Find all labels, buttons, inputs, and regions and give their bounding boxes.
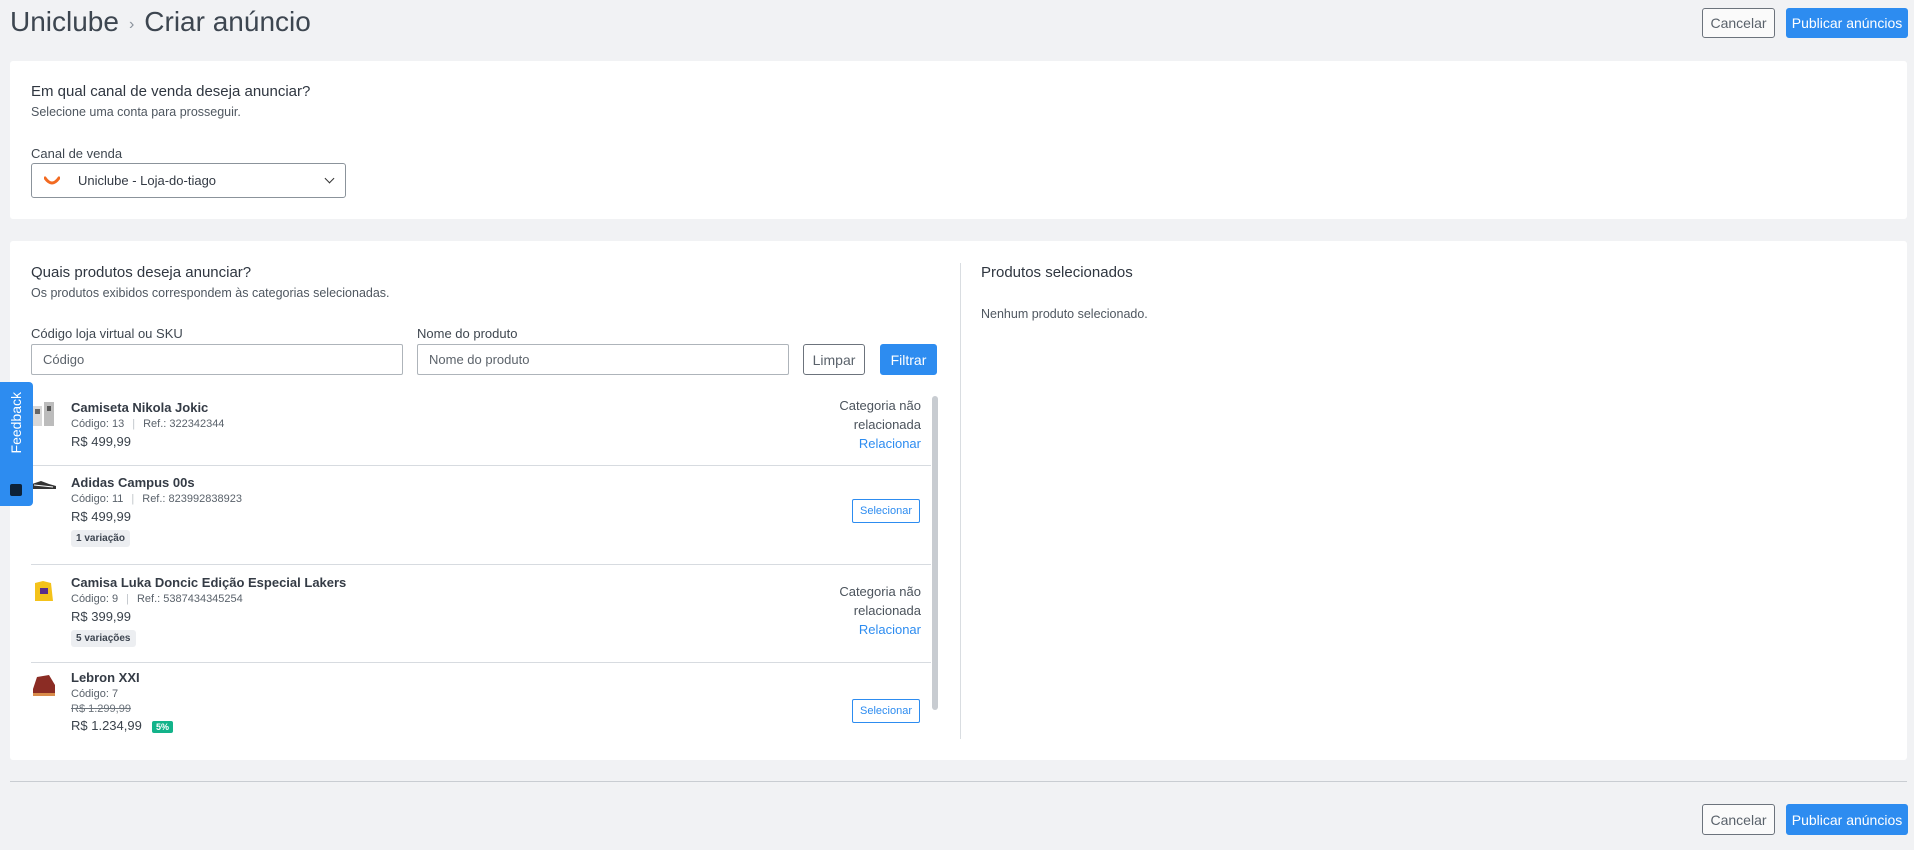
product-name: Camisa Luka Doncic Edição Especial Laker… (71, 575, 347, 590)
category-status: Categoria não relacionada Relacionar (839, 398, 921, 453)
product-old-price: R$ 1.299,99 (71, 703, 131, 715)
discount-badge: 5% (152, 721, 174, 733)
channel-select[interactable]: Uniclube - Loja-do-tiago (31, 163, 346, 198)
footer-divider (10, 781, 1907, 782)
product-row: Camisa Luka Doncic Edição Especial Laker… (31, 565, 931, 663)
product-price: R$ 499,99 (71, 509, 131, 524)
section-divider (960, 263, 961, 739)
name-field-label: Nome do produto (417, 326, 518, 341)
product-thumbnail (33, 675, 55, 696)
chevron-down-icon (324, 173, 335, 184)
product-row: Adidas Campus 00s Código: 11 | Ref.: 82399… (31, 466, 931, 565)
select-button[interactable]: Selecionar (852, 499, 920, 523)
breadcrumb-separator: › (128, 16, 135, 33)
channel-field-label: Canal de venda (31, 146, 123, 161)
products-subtitle: Os produtos exibidos correspondem às cat… (31, 286, 390, 300)
channel-select-value: Uniclube - Loja-do-tiago (78, 173, 217, 188)
page-title: Criar anúncio (144, 6, 311, 37)
product-row: Camiseta Nikola Jokic Código: 13 | Ref.: 3… (31, 396, 931, 466)
variation-badge: 5 variações (71, 630, 136, 647)
product-price: R$ 1.234,99 (71, 718, 142, 733)
feedback-label: Feedback (8, 392, 24, 454)
selected-title: Produtos selecionados (981, 264, 1133, 281)
publish-button[interactable]: Publicar anúncios (1786, 8, 1908, 38)
channel-title: Em qual canal de venda deseja anunciar? (31, 83, 311, 100)
variation-badge: 1 variação (71, 530, 130, 547)
product-thumbnail (35, 581, 53, 601)
clear-button[interactable]: Limpar (803, 344, 865, 375)
relate-link[interactable]: Relacionar (839, 434, 921, 453)
products-title: Quais produtos deseja anunciar? (31, 264, 252, 281)
category-status: Categoria não relacionada Relacionar (839, 584, 921, 639)
product-name: Camiseta Nikola Jokic (71, 400, 209, 415)
product-row: Lebron XXI Código: 7 R$ 1.299,99 R$ 1.23… (31, 663, 931, 740)
product-name: Lebron XXI (71, 670, 140, 685)
product-thumbnail (33, 402, 54, 426)
product-meta: Código: 7 (71, 688, 119, 700)
breadcrumb-root[interactable]: Uniclube (10, 6, 119, 38)
product-meta: Código: 9 | Ref.: 5387434345254 (71, 593, 243, 605)
page-header: Uniclube › Criar anúncio Cancelar Public… (0, 0, 1914, 46)
breadcrumb: Uniclube › Criar anúncio (10, 6, 311, 38)
uniclube-logo-icon (44, 176, 60, 184)
product-thumbnail (32, 481, 56, 489)
code-input[interactable] (31, 344, 403, 375)
product-price: R$ 499,99 (71, 434, 131, 449)
product-meta: Código: 13 | Ref.: 322342344 (71, 418, 225, 430)
product-price: R$ 399,99 (71, 609, 131, 624)
product-list-scrollbar[interactable] (932, 396, 938, 710)
channel-subtitle: Selecione uma conta para prosseguir. (31, 105, 241, 119)
feedback-tab[interactable]: Feedback (0, 382, 33, 506)
product-meta: Código: 11 | Ref.: 823992838923 (71, 493, 242, 505)
filter-button[interactable]: Filtrar (880, 344, 937, 375)
product-list[interactable]: Camiseta Nikola Jokic Código: 13 | Ref.: 3… (31, 396, 931, 740)
cancel-button[interactable]: Cancelar (1702, 8, 1775, 38)
select-button[interactable]: Selecionar (852, 699, 920, 723)
code-field-label: Código loja virtual ou SKU (31, 326, 183, 341)
product-name-input[interactable] (417, 344, 789, 375)
selected-empty-message: Nenhum produto selecionado. (981, 307, 1148, 321)
chat-icon (10, 484, 22, 496)
product-name: Adidas Campus 00s (71, 475, 195, 490)
footer-publish-button[interactable]: Publicar anúncios (1786, 804, 1908, 835)
footer-cancel-button[interactable]: Cancelar (1702, 804, 1775, 835)
relate-link[interactable]: Relacionar (839, 620, 921, 639)
